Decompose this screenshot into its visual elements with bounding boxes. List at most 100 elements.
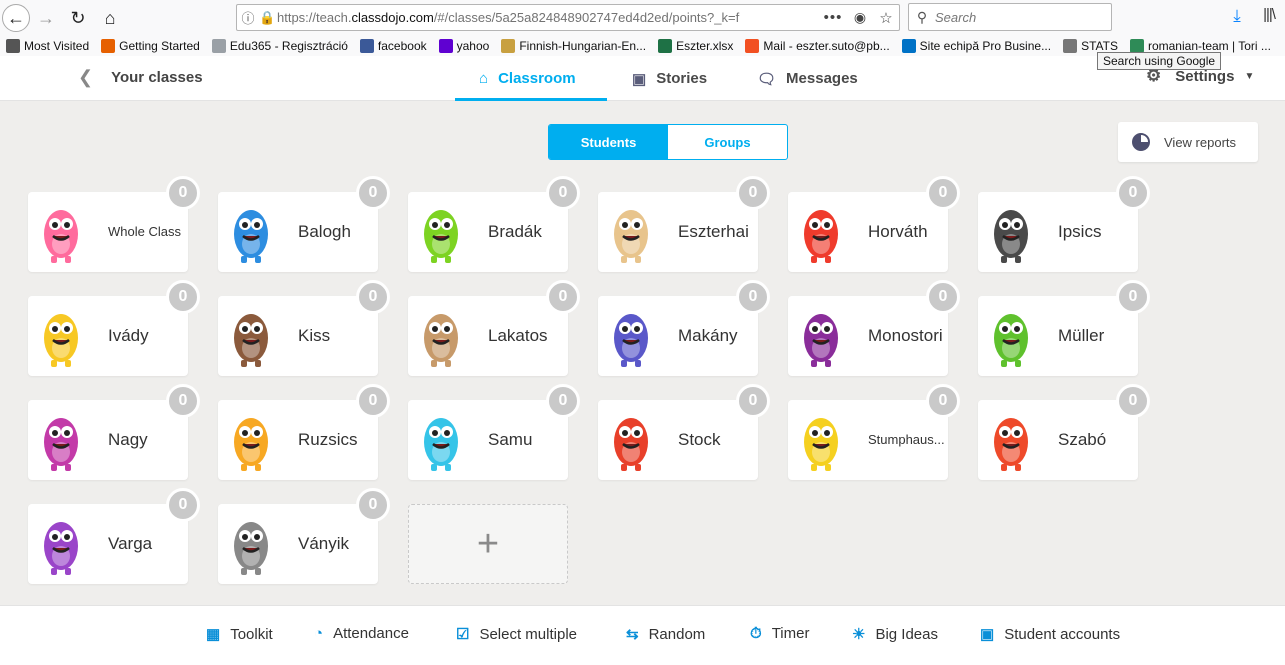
bookmark-item[interactable]: Site echipă Pro Busine... — [901, 39, 1051, 53]
student-card[interactable]: Müller 0 — [978, 280, 1150, 376]
chevron-left-icon: ❮ — [78, 67, 94, 87]
bookmark-item[interactable]: Finnish-Hungarian-En... — [501, 39, 646, 53]
points-badge: 0 — [926, 384, 960, 418]
monster-avatar-icon — [44, 418, 78, 471]
page-actions-icon[interactable]: ••• — [819, 9, 847, 26]
microsoft-icon — [745, 39, 760, 53]
url-bar[interactable]: ⓘ 🔒 https://teach.classdojo.com/#/classe… — [236, 4, 900, 31]
monster-avatar-icon — [234, 210, 268, 263]
tab-classroom[interactable]: ⌂ Classroom — [455, 56, 607, 101]
student-card[interactable]: Bradák 0 — [408, 176, 580, 272]
student-card[interactable]: Stumphaus... 0 — [788, 384, 960, 480]
student-card[interactable]: Nagy 0 — [28, 384, 200, 480]
points-badge: 0 — [736, 280, 770, 314]
student-card[interactable]: Monostori 0 — [788, 280, 960, 376]
url-text[interactable]: https://teach.classdojo.com/#/classes/5a… — [277, 10, 819, 25]
select-multiple-button[interactable]: ☑ Select multiple — [456, 625, 577, 644]
student-card[interactable]: Balogh 0 — [218, 176, 390, 272]
points-badge: 0 — [546, 384, 580, 418]
points-badge: 0 — [1116, 176, 1150, 210]
points-badge: 0 — [166, 280, 200, 314]
bookmark-item[interactable]: yahoo — [438, 39, 489, 53]
your-classes-link[interactable]: ❮ Your classes — [78, 67, 203, 88]
groups-tab[interactable]: Groups — [668, 125, 787, 159]
student-card[interactable]: Eszterhai 0 — [598, 176, 770, 272]
search-input[interactable]: ⚲ Search — [908, 3, 1112, 31]
browser-toolbar: ← → ↻ ⌂ ⓘ 🔒 https://teach.classdojo.com/… — [0, 0, 1285, 36]
bookmark-item[interactable]: STATS — [1063, 39, 1118, 53]
library-icon[interactable]: |||\ — [1258, 6, 1280, 23]
monster-avatar-icon — [994, 418, 1028, 471]
caret-down-icon: ▼ — [1244, 70, 1255, 82]
monster-avatar-icon — [614, 418, 648, 471]
points-badge: 0 — [926, 176, 960, 210]
student-accounts-icon: ▣ — [980, 626, 995, 643]
student-card[interactable]: Ipsics 0 — [978, 176, 1150, 272]
bookmark-item[interactable]: romanian-team | Tori ... — [1129, 39, 1271, 53]
points-badge: 0 — [736, 176, 770, 210]
student-card[interactable]: Ruzsics 0 — [218, 384, 390, 480]
sheet-icon — [1129, 39, 1144, 53]
pocket-icon[interactable]: ◉ — [847, 9, 873, 26]
points-badge: 0 — [926, 280, 960, 314]
grid-icon: ▦ — [206, 626, 221, 643]
student-card[interactable]: Kiss 0 — [218, 280, 390, 376]
student-card[interactable]: Ványik 0 — [218, 488, 390, 584]
points-badge: 0 — [356, 384, 390, 418]
monster-avatar-icon — [804, 418, 838, 471]
forward-arrow-icon[interactable]: → — [32, 4, 60, 32]
student-accounts-button[interactable]: ▣ Student accounts — [980, 625, 1120, 644]
timer-button[interactable]: ⏱ Timer — [750, 625, 809, 642]
student-card[interactable]: Szabó 0 — [978, 384, 1150, 480]
app-header: ❮ Your classes ⌂ Classroom ▣ Stories 🗨 M… — [0, 56, 1285, 101]
shuffle-icon: ⇆ — [626, 626, 639, 643]
facebook-icon — [359, 39, 374, 53]
bookmark-item[interactable]: Mail - eszter.suto@pb... — [745, 39, 890, 53]
bookmark-item[interactable]: Edu365 - Regisztráció — [211, 39, 348, 53]
tab-messages[interactable]: 🗨 Messages — [757, 56, 858, 101]
big-ideas-button[interactable]: ☀ Big Ideas — [852, 625, 938, 644]
reload-icon[interactable]: ↻ — [64, 4, 92, 32]
tab-stories[interactable]: ▣ Stories — [632, 56, 707, 101]
back-arrow-icon[interactable]: ← — [2, 4, 30, 32]
student-card[interactable]: Makány 0 — [598, 280, 770, 376]
lightbulb-icon: ☀ — [852, 626, 866, 643]
students-tab[interactable]: Students — [549, 125, 668, 159]
attendance-button[interactable]: ◔ Attendance — [314, 625, 409, 642]
bookmark-item[interactable]: facebook — [359, 39, 427, 53]
monster-avatar-icon — [44, 210, 78, 263]
student-card[interactable]: Varga 0 — [28, 488, 200, 584]
lock-icon[interactable]: 🔒 — [259, 10, 277, 26]
sharepoint-icon — [901, 39, 916, 53]
bookmark-item[interactable]: Most Visited — [6, 39, 89, 53]
points-badge: 0 — [1116, 280, 1150, 314]
bookmark-item[interactable]: Getting Started — [101, 39, 200, 53]
points-badge: 0 — [356, 280, 390, 314]
monster-avatar-icon — [614, 314, 648, 367]
view-reports-button[interactable]: View reports — [1118, 122, 1258, 162]
points-badge: 0 — [736, 384, 770, 418]
student-card[interactable]: Samu 0 — [408, 384, 580, 480]
add-student-button[interactable]: + — [408, 504, 568, 584]
home-icon[interactable]: ⌂ — [96, 4, 124, 32]
excel-icon — [658, 39, 673, 53]
pie-chart-icon — [1132, 133, 1150, 151]
points-badge: 0 — [166, 176, 200, 210]
student-card[interactable]: Stock 0 — [598, 384, 770, 480]
monster-avatar-icon — [44, 314, 78, 367]
toolkit-button[interactable]: ▦ Toolkit — [206, 625, 273, 644]
student-card[interactable]: Ivády 0 — [28, 280, 200, 376]
random-button[interactable]: ⇆ Random — [626, 625, 705, 644]
image-icon: ▣ — [632, 70, 647, 88]
book-icon — [501, 39, 516, 53]
info-icon[interactable]: ⓘ — [237, 8, 259, 27]
student-card[interactable]: Whole Class 0 — [28, 176, 200, 272]
monster-avatar-icon — [234, 418, 268, 471]
student-card[interactable]: Horváth 0 — [788, 176, 960, 272]
student-card[interactable]: Lakatos 0 — [408, 280, 580, 376]
monster-avatar-icon — [234, 314, 268, 367]
bookmark-item[interactable]: Eszter.xlsx — [658, 39, 733, 53]
bookmark-star-icon[interactable]: ☆ — [873, 9, 899, 27]
download-icon[interactable]: ⤓ — [1226, 6, 1248, 26]
page-icon — [211, 39, 226, 53]
